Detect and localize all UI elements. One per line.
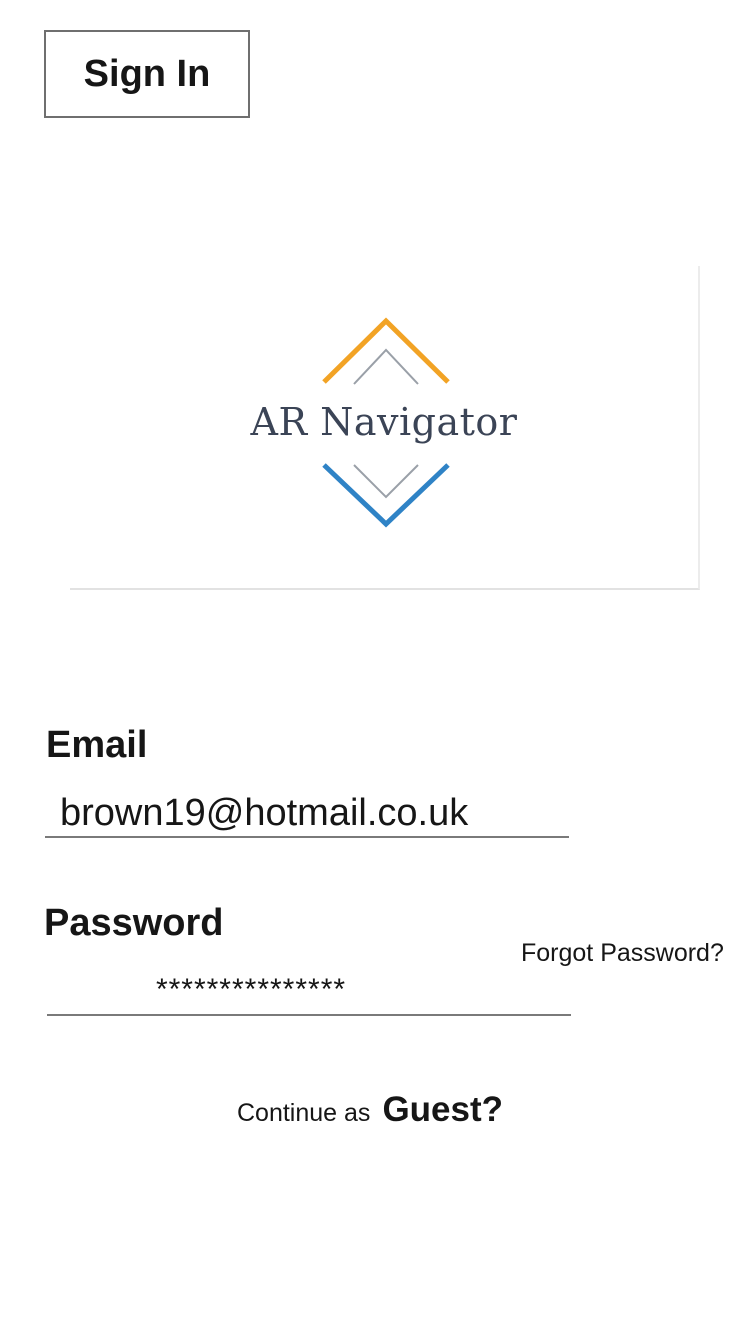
- app-logo-card: AR Navigator: [70, 266, 700, 590]
- email-input[interactable]: [45, 790, 569, 838]
- guest-row: Continue as Guest?: [237, 1090, 503, 1130]
- app-logo-text: AR Navigator: [250, 400, 518, 444]
- sign-in-button[interactable]: Sign In: [44, 30, 250, 118]
- bottom-inner-chevron: [353, 464, 419, 499]
- top-chevron: [322, 317, 450, 384]
- forgot-password-link[interactable]: Forgot Password?: [521, 939, 724, 968]
- password-input[interactable]: [47, 966, 571, 1016]
- email-label: Email: [46, 724, 148, 766]
- bottom-chevron: [322, 463, 450, 528]
- guest-link[interactable]: Guest?: [382, 1090, 503, 1130]
- guest-prefix-text: Continue as: [237, 1099, 371, 1127]
- top-inner-chevron: [353, 348, 419, 385]
- password-label: Password: [44, 902, 224, 944]
